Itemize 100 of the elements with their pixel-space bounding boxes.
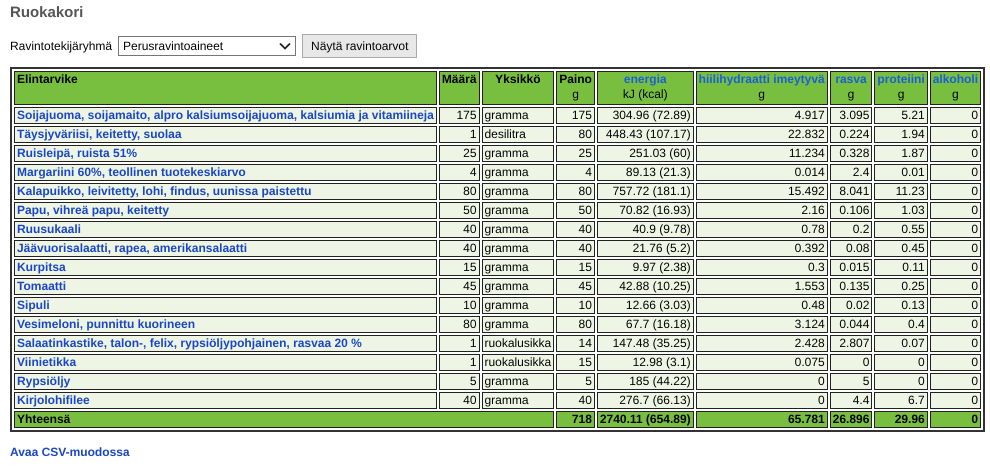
table-cell: 1.03 [874,202,928,219]
table-cell: 80 [556,126,595,143]
filter-label: Ravintotekijäryhmä [10,39,112,53]
table-cell: 5 [830,373,872,390]
table-cell: gramma [482,297,554,314]
table-cell: 0 [930,183,982,200]
table-cell: 0.224 [830,126,872,143]
table-cell: 0.48 [696,297,828,314]
table-cell: 15 [438,259,480,276]
table-cell: 40.9 (9.78) [596,221,694,238]
group-dropdown[interactable]: Perusravintoaineet [118,36,296,56]
table-cell: 22.832 [696,126,828,143]
table-cell: 40 [438,240,480,257]
table-cell: 1 [438,354,480,371]
table-cell: 0 [696,373,828,390]
table-cell: 0 [930,126,982,143]
table-cell: 0.45 [874,240,928,257]
table-cell: 0.3 [696,259,828,276]
table-cell: 3.124 [696,316,828,333]
table-cell: 10 [438,297,480,314]
table-cell: 21.76 (5.2) [596,240,694,257]
table-cell: gramma [482,240,554,257]
show-values-button[interactable]: Näytä ravintoarvot [302,34,418,58]
food-link[interactable]: Margariini 60%, teollinen tuotekeskiarvo [14,164,437,181]
food-link[interactable]: Kirjolohifilee [14,392,437,409]
table-cell: 40 [556,221,595,238]
table-cell: 42.88 (10.25) [596,278,694,295]
food-link[interactable]: Jäävuorisalaatti, rapea, amerikansalaatti [14,240,437,257]
table-cell: 25 [556,145,595,162]
table-cell: 0 [930,240,982,257]
table-cell: 80 [438,316,480,333]
food-link[interactable]: Vesimeloni, punnittu kuorineen [14,316,437,333]
table-cell: gramma [482,392,554,409]
food-link[interactable]: Ruisleipä, ruista 51% [14,145,437,162]
food-link[interactable]: Rypsiöljy [14,373,437,390]
food-link[interactable]: Salaatinkastike, talon-, felix, rypsiöljypohjainen, rasvaa 20 % [14,335,437,352]
table-cell: 0.2 [830,221,872,238]
total-cell: 29.96 [874,411,928,428]
food-link[interactable]: Kalapuikko, leivitetty, lohi, findus, uunissa paistettu [14,183,437,200]
table-cell: desilitra [482,126,554,143]
food-link[interactable]: Soijajuoma, soijamaito, alpro kalsiumsoijajuoma, kalsiumia ja vitamiineja [14,107,437,124]
table-cell: 80 [438,183,480,200]
food-link[interactable]: Papu, vihreä papu, keitetty [14,202,437,219]
table-cell: 0 [930,221,982,238]
food-link[interactable]: Kurpitsa [14,259,437,276]
table-cell: gramma [482,107,554,124]
table-cell: gramma [482,259,554,276]
table-cell: 4 [556,164,595,181]
column-header: Elintarvike [14,71,437,105]
column-header[interactable]: hiilihydraatti imeytyvä g [696,71,828,105]
table-cell: 175 [438,107,480,124]
table-cell: 0.08 [830,240,872,257]
column-header[interactable]: alkoholi g [930,71,982,105]
column-header[interactable]: energia kJ (kcal) [596,71,694,105]
table-cell: 0.075 [696,354,828,371]
table-cell: 0.4 [874,316,928,333]
table-cell: 0.13 [874,297,928,314]
table-cell: ruokalusikka [482,354,554,371]
table-cell: 0.044 [830,316,872,333]
food-link[interactable]: Tomaatti [14,278,437,295]
table-cell: 1 [438,335,480,352]
column-header: Paino g [556,71,595,105]
table-cell: 0 [930,202,982,219]
table-cell: 0 [930,164,982,181]
table-cell: 0 [696,392,828,409]
column-header[interactable]: rasva g [830,71,872,105]
table-cell: 4.4 [830,392,872,409]
total-cell: 65.781 [696,411,828,428]
food-link[interactable]: Viinietikka [14,354,437,371]
table-cell: 45 [438,278,480,295]
total-cell: 26.896 [830,411,872,428]
food-link[interactable]: Sipuli [14,297,437,314]
table-cell: 0.328 [830,145,872,162]
table-cell: gramma [482,316,554,333]
table-cell: 0 [930,145,982,162]
table-cell: 12.66 (3.03) [596,297,694,314]
table-cell: 0.01 [874,164,928,181]
table-cell: 0 [874,373,928,390]
table-cell: 40 [438,392,480,409]
table-cell: 1.94 [874,126,928,143]
total-cell: 718 [556,411,595,428]
table-cell: 0 [930,354,982,371]
table-cell: 0.014 [696,164,828,181]
food-link[interactable]: Täysjyväriisi, keitetty, suolaa [14,126,437,143]
table-cell: 276.7 (66.13) [596,392,694,409]
column-header[interactable]: proteiini g [874,71,928,105]
table-cell: 2.807 [830,335,872,352]
table-cell: 5 [556,373,595,390]
table-cell: 1.553 [696,278,828,295]
table-cell: 757.72 (181.1) [596,183,694,200]
column-header: Yksikkö [482,71,554,105]
table-cell: 5 [438,373,480,390]
csv-link[interactable]: Avaa CSV-muodossa [10,445,980,459]
table-cell: 304.96 (72.89) [596,107,694,124]
table-cell: 15 [556,354,595,371]
food-link[interactable]: Ruusukaali [14,221,437,238]
table-cell: 15 [556,259,595,276]
total-label: Yhteensä [14,411,554,428]
table-cell: 50 [556,202,595,219]
table-cell: 5.21 [874,107,928,124]
